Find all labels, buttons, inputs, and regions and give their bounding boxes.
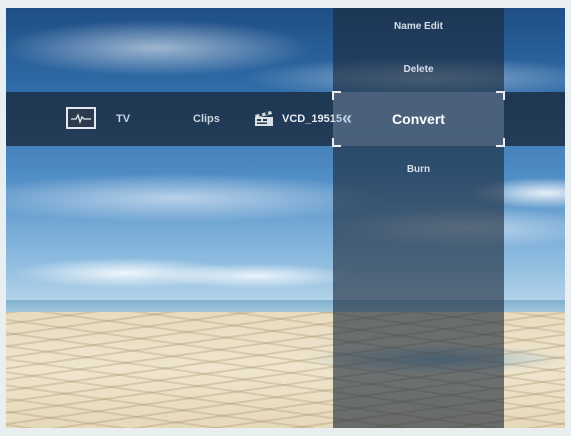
menu-item-convert[interactable]: Convert [333, 111, 504, 127]
focus-bracket-top-left [332, 91, 341, 100]
focus-bracket-top-right [496, 91, 505, 100]
nav-item-clips[interactable]: Clips [193, 92, 220, 146]
monitor-icon[interactable] [66, 107, 96, 129]
menu-item-delete[interactable]: Delete [333, 64, 504, 75]
menu-item-name-edit[interactable]: Name Edit [333, 21, 504, 32]
focus-bracket-bottom-right [496, 138, 505, 147]
focus-bracket-bottom-left [332, 138, 341, 147]
nav-item-tv[interactable]: TV [116, 92, 130, 146]
menu-item-burn[interactable]: Burn [333, 164, 504, 175]
clapperboard-icon[interactable] [254, 110, 274, 132]
